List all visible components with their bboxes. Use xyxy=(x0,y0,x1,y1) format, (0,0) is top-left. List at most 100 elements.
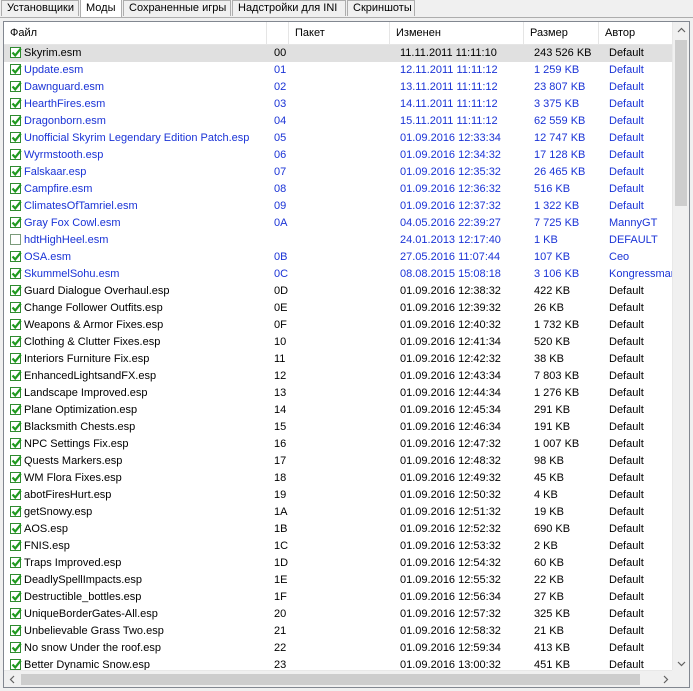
cell-size: 516 KB xyxy=(534,183,571,195)
checkbox-checked-icon[interactable] xyxy=(10,387,22,398)
table-row[interactable]: Traps Improved.esp 1D 01.09.2016 12:54:32 6… xyxy=(4,555,674,572)
scroll-left-arrow-icon[interactable] xyxy=(4,671,21,687)
table-row[interactable]: Destructible_bottles.esp 1F 01.09.2016 12:… xyxy=(4,589,674,606)
table-row[interactable]: Weapons & Armor Fixes.esp 0F 01.09.2016 12… xyxy=(4,317,674,334)
checkbox-checked-icon[interactable] xyxy=(10,608,22,619)
checkbox-checked-icon[interactable] xyxy=(10,472,22,483)
table-row[interactable]: Guard Dialogue Overhaul.esp 0D 01.09.2016 … xyxy=(4,283,674,300)
checkbox-checked-icon[interactable] xyxy=(10,642,22,653)
table-row[interactable]: Dawnguard.esm 02 13.11.2011 11:11:12 23 807… xyxy=(4,79,674,96)
checkbox-checked-icon[interactable] xyxy=(10,370,22,381)
table-row[interactable]: Dragonborn.esm 04 15.11.2011 11:11:12 62 55… xyxy=(4,113,674,130)
checkbox-checked-icon[interactable] xyxy=(10,285,22,296)
table-row[interactable]: Update.esm 01 12.11.2011 11:11:12 1 259 KB D… xyxy=(4,62,674,79)
checkbox-checked-icon[interactable] xyxy=(10,625,22,636)
checkbox-checked-icon[interactable] xyxy=(10,183,22,194)
checkbox-unchecked-icon[interactable] xyxy=(10,234,21,245)
cell-size: 325 KB xyxy=(534,608,571,620)
table-row[interactable]: Unbelievable Grass Two.esp 21 01.09.2016 1… xyxy=(4,623,674,640)
checkbox-checked-icon[interactable] xyxy=(10,336,22,347)
checkbox-checked-icon[interactable] xyxy=(10,523,22,534)
table-row[interactable]: Clothing & Clutter Fixes.esp 10 01.09.2016… xyxy=(4,334,674,351)
checkbox-checked-icon[interactable] xyxy=(10,455,22,466)
checkbox-checked-icon[interactable] xyxy=(10,438,22,449)
table-row[interactable]: Skyrim.esm 00 11.11.2011 11:11:10 243 526 K… xyxy=(4,45,674,62)
column-header-modified[interactable]: Изменен xyxy=(390,22,524,44)
table-row[interactable]: hdtHighHeel.esm 24.01.2013 12:17:40 1 KB DE… xyxy=(4,232,674,249)
table-row[interactable]: UniqueBorderGates-All.esp 20 01.09.2016 12… xyxy=(4,606,674,623)
table-row[interactable]: NPC Settings Fix.esp 16 01.09.2016 12:47:3… xyxy=(4,436,674,453)
tab-ini-tweaks[interactable]: Надстройки для INI xyxy=(232,0,346,16)
column-header-size[interactable]: Размер xyxy=(524,22,599,44)
column-header-author[interactable]: Автор xyxy=(599,22,674,44)
table-row[interactable]: Gray Fox Cowl.esm 0A 04.05.2016 22:39:27 7 … xyxy=(4,215,674,232)
tab-saved-games[interactable]: Сохраненные игры xyxy=(123,0,231,16)
checkbox-checked-icon[interactable] xyxy=(10,115,22,126)
checkbox-checked-icon[interactable] xyxy=(10,166,22,177)
checkbox-checked-icon[interactable] xyxy=(10,557,22,568)
table-row[interactable]: SkummelSohu.esm 0C 08.08.2015 15:08:18 3 10… xyxy=(4,266,674,283)
table-row[interactable]: Wyrmstooth.esp 06 01.09.2016 12:34:32 17 12… xyxy=(4,147,674,164)
table-row[interactable]: DeadlySpellImpacts.esp 1E 01.09.2016 12:55… xyxy=(4,572,674,589)
table-row[interactable]: Interiors Furniture Fix.esp 11 01.09.2016 … xyxy=(4,351,674,368)
horizontal-scroll-thumb[interactable] xyxy=(21,674,640,685)
checkbox-checked-icon[interactable] xyxy=(10,506,22,517)
checkbox-checked-icon[interactable] xyxy=(10,98,22,109)
vertical-scrollbar[interactable] xyxy=(672,22,689,672)
checkbox-checked-icon[interactable] xyxy=(10,591,22,602)
column-header-order[interactable] xyxy=(267,22,289,44)
checkbox-checked-icon[interactable] xyxy=(10,404,22,415)
checkbox-checked-icon[interactable] xyxy=(10,421,22,432)
table-row[interactable]: Change Follower Outfits.esp 0E 01.09.2016 … xyxy=(4,300,674,317)
checkbox-checked-icon[interactable] xyxy=(10,251,22,262)
checkbox-checked-icon[interactable] xyxy=(10,81,22,92)
checkbox-checked-icon[interactable] xyxy=(10,268,22,279)
table-row[interactable]: Landscape Improved.esp 13 01.09.2016 12:44… xyxy=(4,385,674,402)
table-row[interactable]: Unofficial Skyrim Legendary Edition Patc… xyxy=(4,130,674,147)
vertical-scroll-thumb[interactable] xyxy=(675,40,687,206)
tab-installers[interactable]: Установщики xyxy=(1,0,79,16)
cell-author: Default xyxy=(609,183,644,195)
table-row[interactable]: Campfire.esm 08 01.09.2016 12:36:32 516 KB D… xyxy=(4,181,674,198)
table-row[interactable]: Blacksmith Chests.esp 15 01.09.2016 12:46:… xyxy=(4,419,674,436)
cell-author: Default xyxy=(609,557,644,569)
checkbox-checked-icon[interactable] xyxy=(10,149,22,160)
table-row[interactable]: OSA.esm 0B 27.05.2016 11:07:44 107 KB Ceo xyxy=(4,249,674,266)
table-row[interactable]: getSnowy.esp 1A 01.09.2016 12:51:32 19 KB De… xyxy=(4,504,674,521)
checkbox-checked-icon[interactable] xyxy=(10,200,22,211)
cell-file-name: Campfire.esm xyxy=(24,183,93,195)
checkbox-checked-icon[interactable] xyxy=(10,302,22,313)
checkbox-checked-icon[interactable] xyxy=(10,319,22,330)
table-row[interactable]: Plane Optimization.esp 14 01.09.2016 12:45… xyxy=(4,402,674,419)
tab-screenshots[interactable]: Скриншоты xyxy=(347,0,415,16)
table-row[interactable]: AOS.esp 1B 01.09.2016 12:52:32 690 KB Defaul… xyxy=(4,521,674,538)
table-row[interactable]: HearthFires.esm 03 14.11.2011 11:11:12 3 37… xyxy=(4,96,674,113)
checkbox-checked-icon[interactable] xyxy=(10,489,22,500)
scroll-up-arrow-icon[interactable] xyxy=(673,22,689,39)
cell-file-name: Change Follower Outfits.esp xyxy=(24,302,163,314)
tab-mods[interactable]: Моды xyxy=(80,0,122,17)
checkbox-checked-icon[interactable] xyxy=(10,659,22,670)
table-row[interactable]: EnhancedLightsandFX.esp 12 01.09.2016 12:4… xyxy=(4,368,674,385)
table-row[interactable]: No snow Under the roof.esp 22 01.09.2016 1… xyxy=(4,640,674,657)
checkbox-checked-icon[interactable] xyxy=(10,132,22,143)
table-row[interactable]: Quests Markers.esp 17 01.09.2016 12:48:32 9… xyxy=(4,453,674,470)
checkbox-checked-icon[interactable] xyxy=(10,574,22,585)
cell-author: Ceo xyxy=(609,251,630,263)
table-row[interactable]: Falskaar.esp 07 01.09.2016 12:35:32 26 465 … xyxy=(4,164,674,181)
column-header-package[interactable]: Пакет xyxy=(289,22,390,44)
table-row[interactable]: abotFiresHurt.esp 19 01.09.2016 12:50:32 4 … xyxy=(4,487,674,504)
horizontal-scrollbar[interactable] xyxy=(4,670,674,687)
cell-load-order: 05 xyxy=(274,132,287,144)
checkbox-checked-icon[interactable] xyxy=(10,47,22,58)
checkbox-checked-icon[interactable] xyxy=(10,64,22,75)
table-row[interactable]: ClimatesOfTamriel.esm 09 01.09.2016 12:37:… xyxy=(4,198,674,215)
cell-author: Default xyxy=(609,336,644,348)
table-row[interactable]: FNIS.esp 1C 01.09.2016 12:53:32 2 KB Default xyxy=(4,538,674,555)
cell-file-name: Skyrim.esm xyxy=(24,47,82,59)
column-header-file[interactable]: Файл xyxy=(4,22,267,44)
checkbox-checked-icon[interactable] xyxy=(10,353,22,364)
checkbox-checked-icon[interactable] xyxy=(10,217,22,228)
table-row[interactable]: WM Flora Fixes.esp 18 01.09.2016 12:49:32 4… xyxy=(4,470,674,487)
checkbox-checked-icon[interactable] xyxy=(10,540,22,551)
